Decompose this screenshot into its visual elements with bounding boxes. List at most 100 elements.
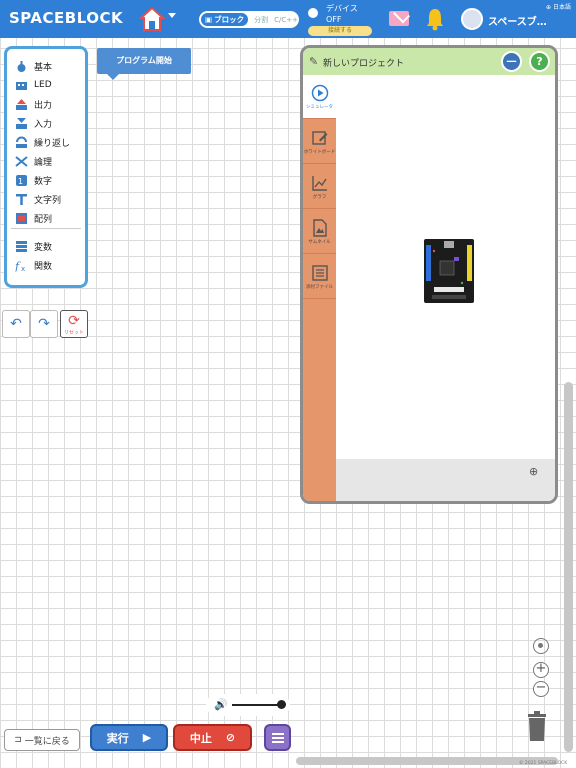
- zoom-out-button[interactable]: −: [533, 681, 549, 697]
- back-to-list-button[interactable]: ⊐ 一覧に戻る: [4, 729, 80, 751]
- category-label: 変数: [34, 242, 53, 253]
- category-label: 配列: [34, 214, 53, 225]
- help-button[interactable]: ?: [529, 51, 550, 72]
- globe-icon: ⊕: [546, 4, 552, 11]
- question-icon: ?: [536, 55, 543, 68]
- category-label: 文字列: [34, 195, 62, 206]
- category-number[interactable]: 1 数字: [15, 171, 52, 189]
- mode-block-tab[interactable]: ▣ ブロック: [201, 13, 249, 26]
- input-icon: [16, 117, 27, 129]
- device-label: デバイス: [326, 4, 358, 13]
- editor-mode-toggle[interactable]: ▣ ブロック 分割 C/C++: [199, 11, 299, 28]
- device-status: デバイス OFF: [326, 3, 358, 25]
- speaker-icon: 🔊: [214, 698, 228, 711]
- top-bar: SPACEBLOCK ▣ ブロック 分割 C/C++ デバイス OFF 接続する…: [0, 0, 576, 38]
- line-chart-icon: [311, 175, 327, 191]
- category-input[interactable]: 入力: [15, 114, 52, 132]
- stop-label: 中止: [189, 731, 212, 745]
- volume-track[interactable]: [232, 704, 282, 706]
- pencil-icon[interactable]: ✎: [309, 55, 318, 68]
- redo-button[interactable]: ↷: [30, 310, 58, 338]
- run-label: 実行: [106, 731, 129, 745]
- home-icon[interactable]: [139, 6, 165, 32]
- menu-line: [271, 732, 284, 735]
- minimize-button[interactable]: −: [501, 51, 522, 72]
- output-icon: [16, 98, 27, 110]
- vertical-scrollbar[interactable]: [564, 382, 573, 752]
- tab-label: サムネイル: [308, 239, 331, 245]
- menu-line: [271, 740, 284, 743]
- list-file-icon: [311, 264, 328, 281]
- tab-thumbnail[interactable]: サムネイル: [303, 210, 336, 254]
- menu-button[interactable]: [264, 724, 291, 751]
- reset-button[interactable]: ⟳ リセット: [60, 310, 88, 338]
- category-label: 入力: [34, 119, 53, 130]
- project-title[interactable]: 新しいプロジェクト: [323, 56, 404, 69]
- svg-text:1: 1: [18, 177, 23, 186]
- category-label: LED: [34, 80, 52, 90]
- volume-slider-knob[interactable]: [277, 700, 286, 709]
- category-functions[interactable]: fx 関数: [15, 256, 52, 274]
- category-variables[interactable]: 変数: [15, 237, 52, 255]
- redo-icon: ↷: [38, 316, 50, 332]
- connect-button[interactable]: 接続する: [308, 26, 372, 36]
- bell-icon[interactable]: [425, 7, 445, 31]
- zoom-in-icon[interactable]: ⊕: [529, 465, 538, 478]
- tab-label: グラフ: [312, 194, 327, 200]
- category-array[interactable]: 配列: [15, 209, 52, 227]
- device-state: OFF: [326, 15, 342, 24]
- category-label: 関数: [34, 261, 53, 272]
- category-loop[interactable]: 繰り返し: [15, 133, 70, 151]
- loop-icon: [16, 136, 27, 148]
- menu-line: [271, 736, 284, 739]
- play-circle-icon: [311, 84, 328, 101]
- user-name[interactable]: スペースブ…: [488, 13, 547, 28]
- minus-icon: −: [535, 680, 547, 695]
- program-start-block[interactable]: プログラム開始: [97, 48, 191, 80]
- home-dropdown-icon[interactable]: [168, 13, 176, 18]
- reset-label: リセット: [63, 329, 84, 336]
- run-button[interactable]: 実行 ▶: [90, 724, 168, 751]
- stop-button[interactable]: 中止 ⊘: [173, 724, 252, 751]
- svg-text:x: x: [21, 265, 25, 272]
- project-side-tabs: シミュレータ ホワイトボード グラフ サムネイル 添付ファイル: [303, 75, 336, 501]
- pencil-square-icon: [311, 130, 327, 145]
- category-led[interactable]: LED: [15, 76, 52, 94]
- category-label: 繰り返し: [34, 138, 71, 149]
- tab-simulator[interactable]: シミュレータ: [303, 75, 336, 119]
- variable-icon: [16, 240, 27, 252]
- category-output[interactable]: 出力: [15, 95, 52, 113]
- trash-icon[interactable]: [526, 710, 548, 742]
- category-logic[interactable]: 論理: [15, 152, 52, 170]
- avatar[interactable]: [461, 8, 483, 30]
- app-logo[interactable]: SPACEBLOCK: [9, 9, 123, 27]
- number-icon: 1: [16, 174, 27, 186]
- device-toggle[interactable]: [308, 8, 318, 18]
- mode-split-tab[interactable]: 分割: [254, 15, 268, 25]
- text-icon: [16, 193, 27, 205]
- back-label: 一覧に戻る: [24, 736, 70, 747]
- volume-control[interactable]: 🔊: [206, 694, 290, 716]
- simulator-console: [336, 459, 555, 501]
- array-icon: [16, 212, 27, 224]
- image-icon: [312, 218, 327, 237]
- language-label: 日本語: [552, 4, 571, 11]
- category-basic[interactable]: 基本: [15, 57, 52, 75]
- led-icon: [16, 81, 27, 90]
- mode-code-tab[interactable]: C/C++: [274, 16, 298, 24]
- language-selector[interactable]: ⊕ 日本語: [546, 2, 571, 11]
- microcontroller-board[interactable]: [424, 239, 474, 303]
- zoom-in-button[interactable]: +: [533, 662, 549, 678]
- tab-label: シミュレータ: [306, 104, 333, 110]
- project-header: ✎ 新しいプロジェクト − ?: [303, 48, 555, 75]
- category-string[interactable]: 文字列: [15, 190, 61, 208]
- block-icon: ▣: [205, 15, 213, 24]
- undo-button[interactable]: ↶: [2, 310, 30, 338]
- category-label: 出力: [34, 100, 53, 111]
- tab-graph[interactable]: グラフ: [303, 165, 336, 209]
- mail-icon[interactable]: [389, 11, 409, 26]
- plus-icon: +: [535, 661, 547, 676]
- center-view-icon[interactable]: [533, 638, 549, 654]
- tab-whiteboard[interactable]: ホワイトボード: [303, 120, 336, 164]
- tab-attachments[interactable]: 添付ファイル: [303, 255, 336, 299]
